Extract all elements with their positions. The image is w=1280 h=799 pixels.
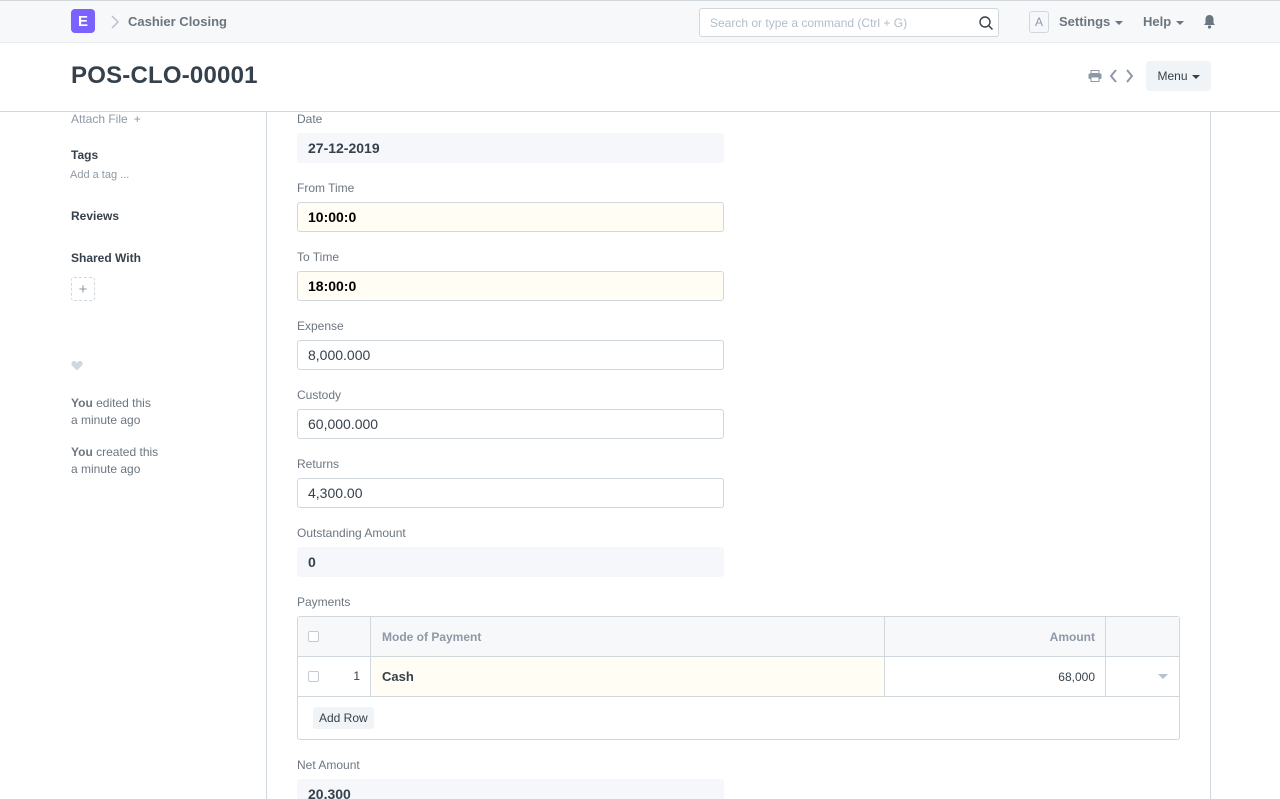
net-amount-field: 20,300 [297,779,724,799]
custody-label: Custody [297,388,342,402]
timeline-item: You edited this a minute ago [71,395,151,429]
like-heart-icon[interactable] [71,360,83,371]
caret-down-icon [1176,20,1185,25]
reviews-heading: Reviews [71,209,120,223]
timeline-action: edited this [96,396,151,410]
page-title: POS-CLO-00001 [71,62,258,89]
timeline-time: a minute ago [71,413,141,427]
previous-doc-icon[interactable] [1109,69,1118,83]
mode-of-payment-cell[interactable]: Cash [371,657,885,696]
amount-header: Amount [885,617,1106,656]
row-actions-cell[interactable] [1106,657,1179,696]
page-head: POS-CLO-00001 Menu [0,43,1280,112]
top-navbar: E Cashier Closing Search or type a comma… [0,0,1280,43]
breadcrumb-cashier-closing[interactable]: Cashier Closing [128,14,227,29]
timeline-item: You created this a minute ago [71,444,158,478]
add-share-button[interactable]: + [71,277,95,301]
row-checkbox[interactable] [308,671,319,682]
help-label: Help [1143,14,1172,29]
payments-label: Payments [297,595,351,609]
settings-dropdown[interactable]: Settings [1059,14,1124,29]
add-row-button[interactable]: Add Row [313,707,374,729]
outstanding-amount-label: Outstanding Amount [297,526,406,540]
returns-field[interactable]: 4,300.00 [297,478,724,508]
returns-label: Returns [297,457,340,471]
timeline-user: You [71,396,93,410]
help-dropdown[interactable]: Help [1143,14,1185,29]
header-actions-cell [1106,617,1179,656]
from-time-field[interactable]: 10:00:0 [297,202,724,232]
row-edit-caret-icon[interactable] [1157,674,1168,679]
caret-down-icon [1191,75,1200,79]
row-index-cell: 1 [298,657,371,696]
date-field: 27-12-2019 [297,133,724,163]
table-row[interactable]: 1 Cash 68,000 [298,657,1179,697]
menu-button[interactable]: Menu [1146,61,1211,91]
search-icon[interactable] [978,15,994,31]
menu-label: Menu [1157,69,1188,83]
next-doc-icon[interactable] [1125,69,1134,83]
mode-of-payment-header: Mode of Payment [371,617,885,656]
timeline-action: created this [96,445,159,459]
header-index-cell [298,617,371,656]
breadcrumb-chevron-icon [111,15,120,29]
custody-field[interactable]: 60,000.000 [297,409,724,439]
attach-file-link[interactable]: Attach File + [71,112,141,126]
user-avatar[interactable]: A [1029,11,1049,33]
expense-label: Expense [297,319,344,333]
notification-bell-icon[interactable] [1203,14,1216,29]
attach-file-label: Attach File [71,112,128,126]
table-header-row: Mode of Payment Amount [298,617,1179,657]
amount-cell[interactable]: 68,000 [885,657,1106,696]
outstanding-amount-field: 0 [297,547,724,577]
add-tag-link[interactable]: Add a tag ... [70,169,129,181]
shared-with-heading: Shared With [71,251,141,265]
from-time-label: From Time [297,181,355,195]
net-amount-label: Net Amount [297,758,360,772]
to-time-field[interactable]: 18:00:0 [297,271,724,301]
search-input[interactable]: Search or type a command (Ctrl + G) [699,8,999,37]
settings-label: Settings [1059,14,1111,29]
payments-table: Mode of Payment Amount 1 Cash 68,000 Add… [297,616,1180,740]
row-number: 1 [353,669,360,683]
timeline-user: You [71,445,93,459]
plus-icon: + [133,112,141,126]
print-icon[interactable] [1088,70,1102,82]
app-logo[interactable]: E [71,9,95,33]
search-placeholder: Search or type a command (Ctrl + G) [710,16,908,30]
tags-heading: Tags [71,148,99,162]
select-all-checkbox[interactable] [308,631,319,642]
timeline-time: a minute ago [71,462,141,476]
caret-down-icon [1115,20,1124,25]
expense-field[interactable]: 8,000.000 [297,340,724,370]
date-label: Date [297,112,323,126]
to-time-label: To Time [297,250,340,264]
